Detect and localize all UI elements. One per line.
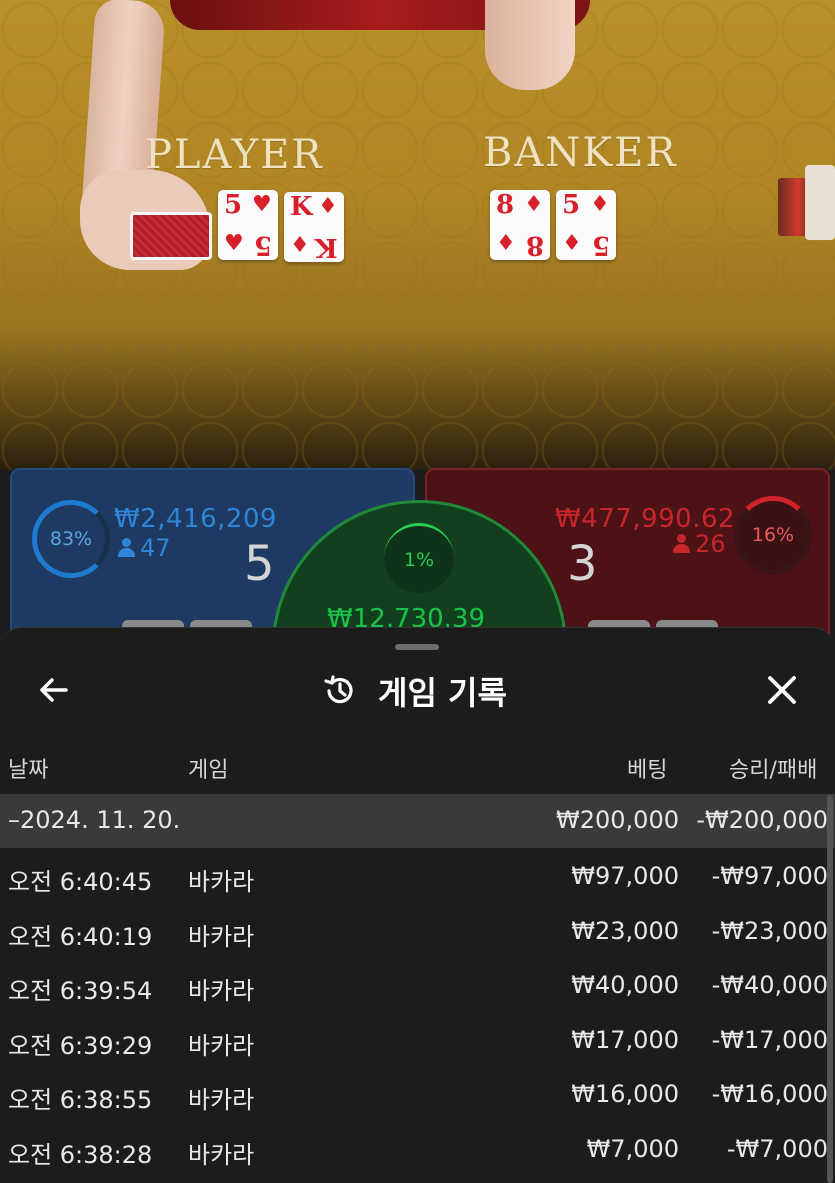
row-time: 오전 6:39:54 xyxy=(8,977,153,1006)
face-down-card xyxy=(130,212,212,260)
banker-felt-label: BANKER xyxy=(483,130,678,176)
row-win-loss: -₩40,000 xyxy=(711,971,828,1000)
user-icon xyxy=(118,538,135,558)
row-bet: ₩23,000 xyxy=(571,916,679,945)
user-icon xyxy=(673,534,690,554)
column-header-win-loss[interactable]: 승리/패배 xyxy=(729,752,817,784)
history-row[interactable]: 오전 6:39:29 바카라 ₩17,000 -₩17,000 xyxy=(0,1014,835,1068)
column-header-date[interactable]: 날짜 xyxy=(8,752,48,784)
scrollbar[interactable] xyxy=(827,795,833,1183)
date-group-label: –2024. 11. 20. xyxy=(8,806,181,834)
player-percent: 83% xyxy=(49,528,93,550)
row-time: 오전 6:38:28 xyxy=(8,1141,153,1169)
card-rank: K xyxy=(315,232,338,262)
date-group-row[interactable]: –2024. 11. 20. ₩200,000 -₩200,000 xyxy=(0,794,835,848)
sheet-title: 게임 기록 xyxy=(378,674,507,712)
card-shoe xyxy=(805,165,835,240)
date-group-win-loss: -₩200,000 xyxy=(696,806,828,834)
row-game: 바카라 xyxy=(188,1141,255,1169)
row-bet: ₩97,000 xyxy=(571,862,679,890)
row-win-loss: -₩7,000 xyxy=(726,1135,828,1163)
history-row[interactable]: 오전 6:39:54 바카라 ₩40,000 -₩40,000 xyxy=(0,959,835,1013)
row-time: 오전 6:40:19 xyxy=(8,922,153,951)
diamond-suit-icon: ♦ xyxy=(318,194,338,219)
card-rank: 8 xyxy=(496,190,515,220)
card-rank: 5 xyxy=(224,190,243,220)
tie-percent-ring: 1% xyxy=(384,523,454,593)
history-row[interactable]: 오전 6:40:19 바카라 ₩23,000 -₩23,000 xyxy=(0,905,835,959)
row-game: 바카라 xyxy=(188,1031,255,1060)
diamond-suit-icon: ♦ xyxy=(590,192,610,217)
row-game: 바카라 xyxy=(188,922,255,951)
banker-percent: 16% xyxy=(751,524,795,546)
column-header-game[interactable]: 게임 xyxy=(188,752,228,784)
back-button[interactable] xyxy=(34,670,74,710)
banker-users-value: 26 xyxy=(695,530,726,558)
card-rank: 5 xyxy=(591,230,610,260)
row-time: 오전 6:39:29 xyxy=(8,1031,153,1060)
close-icon xyxy=(768,676,796,704)
history-row[interactable]: 오전 6:38:28 바카라 ₩7,000 -₩7,000 xyxy=(0,1123,835,1177)
diamond-suit-icon: ♦ xyxy=(496,231,516,256)
close-button[interactable] xyxy=(762,670,802,710)
player-card-2: K ♦ K ♦ xyxy=(284,192,344,262)
history-row[interactable]: 오전 6:40:45 바카라 ₩97,000 -₩97,000 xyxy=(0,850,835,904)
arrow-left-icon xyxy=(40,678,68,702)
player-users-value: 47 xyxy=(140,534,171,562)
player-felt-label: PLAYER xyxy=(145,132,324,178)
player-card-1: 5 ♥ 5 ♥ xyxy=(218,190,278,260)
row-time: 오전 6:38:55 xyxy=(8,1086,153,1115)
heart-suit-icon: ♥ xyxy=(224,231,244,256)
sheet-header: 게임 기록 xyxy=(322,668,507,714)
row-bet: ₩7,000 xyxy=(586,1135,679,1163)
history-row[interactable]: 오전 6:38:55 바카라 ₩16,000 -₩16,000 xyxy=(0,1068,835,1122)
row-game: 바카라 xyxy=(188,977,255,1006)
player-bet-amount: ₩2,416,209 xyxy=(114,504,278,534)
row-game: 바카라 xyxy=(188,1086,255,1115)
card-rank: 5 xyxy=(253,230,272,260)
tie-percent: 1% xyxy=(403,548,435,571)
row-win-loss: -₩23,000 xyxy=(711,916,828,945)
diamond-suit-icon: ♦ xyxy=(562,231,582,256)
date-group-bet: ₩200,000 xyxy=(556,806,679,834)
banker-score: 3 xyxy=(567,536,598,592)
row-win-loss: -₩97,000 xyxy=(711,862,828,890)
card-rank: 8 xyxy=(525,230,544,260)
banker-percent-ring: 16% xyxy=(734,496,812,574)
row-game: 바카라 xyxy=(188,868,255,896)
game-history-sheet: 게임 기록 날짜 게임 베팅 승리/패배 –2024. 11. 20. ₩200… xyxy=(0,627,835,1183)
row-bet: ₩16,000 xyxy=(571,1080,679,1109)
row-win-loss: -₩17,000 xyxy=(711,1025,828,1054)
card-rank: 5 xyxy=(562,190,581,220)
column-header-bet[interactable]: 베팅 xyxy=(627,752,667,784)
diamond-suit-icon: ♦ xyxy=(290,233,310,258)
card-rank: K xyxy=(290,192,313,222)
player-user-count: 47 xyxy=(118,534,171,562)
banker-card-2: 5 ♦ 5 ♦ xyxy=(556,190,616,260)
row-win-loss: -₩16,000 xyxy=(711,1080,828,1109)
row-bet: ₩40,000 xyxy=(571,971,679,1000)
banker-user-count: 26 xyxy=(673,530,726,558)
player-score: 5 xyxy=(244,536,275,592)
player-percent-ring: 83% xyxy=(32,500,110,578)
banker-card-1: 8 ♦ 8 ♦ xyxy=(490,190,550,260)
history-icon xyxy=(324,675,353,704)
sheet-drag-handle[interactable] xyxy=(395,644,439,650)
heart-suit-icon: ♥ xyxy=(252,192,272,217)
row-bet: ₩17,000 xyxy=(571,1025,679,1054)
dealer-right-hand xyxy=(485,0,575,90)
row-time: 오전 6:40:45 xyxy=(8,868,153,896)
diamond-suit-icon: ♦ xyxy=(524,192,544,217)
